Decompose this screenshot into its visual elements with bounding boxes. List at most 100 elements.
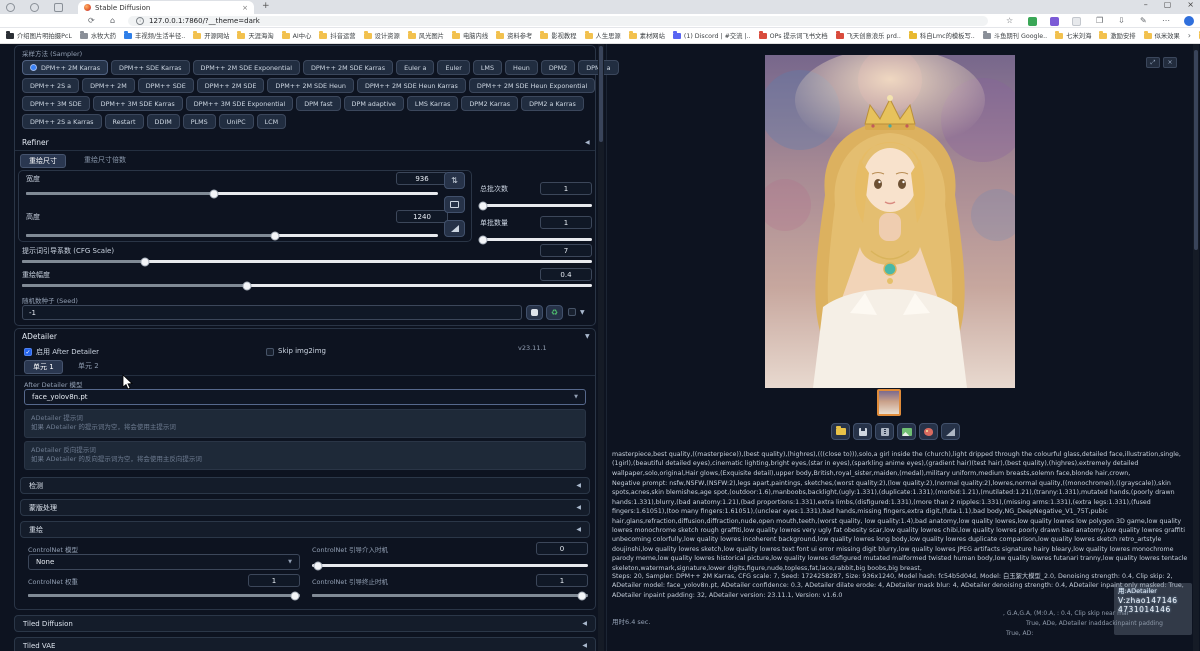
bookmark-item[interactable]: 天涯海淘: [237, 31, 273, 40]
bookmark-item[interactable]: 水牧大药: [80, 31, 116, 40]
mask-processing-accordion[interactable]: 蒙版处理◀: [20, 499, 590, 516]
sampler-option-plms[interactable]: PLMS: [183, 114, 216, 129]
reuse-seed-button[interactable]: ♻: [546, 305, 563, 320]
seed-dropdown-icon[interactable]: ▼: [580, 309, 585, 316]
extension-icon-purple[interactable]: [1050, 17, 1059, 26]
sampler-option-dpm-2m-sde[interactable]: DPM++ 2M SDE: [197, 78, 265, 93]
tiled-vae-accordion[interactable]: Tiled VAE◀: [14, 637, 596, 651]
bookmark-item[interactable]: 风光图片: [408, 31, 444, 40]
sampler-option-heun[interactable]: Heun: [505, 60, 538, 75]
refiner-collapse-icon[interactable]: ◀: [585, 139, 590, 146]
sampler-option-dpm-2m-karras[interactable]: DPM++ 2M Karras: [22, 60, 108, 75]
height-slider-knob[interactable]: [271, 231, 280, 240]
home-icon[interactable]: ⌂: [110, 16, 115, 26]
skip-img2img-checkbox[interactable]: [266, 348, 274, 356]
site-info-icon[interactable]: i: [136, 17, 144, 25]
height-input[interactable]: 1240: [396, 210, 448, 223]
sampler-option-dpm-2m-sde-heun[interactable]: DPM++ 2M SDE Heun: [267, 78, 354, 93]
adetailer-collapse-icon[interactable]: ▼: [585, 333, 590, 340]
bookmark-item[interactable]: 人生思源: [585, 31, 621, 40]
sampler-option-dpm-3m-sde-exponential[interactable]: DPM++ 3M SDE Exponential: [186, 96, 293, 111]
sampler-option-euler-a[interactable]: Euler a: [396, 60, 434, 75]
controlnet-model-dropdown[interactable]: None ▼: [28, 554, 300, 570]
gallery-close-button[interactable]: ×: [1163, 57, 1177, 68]
sampler-option-euler[interactable]: Euler: [437, 60, 469, 75]
detect-size-button[interactable]: [444, 220, 465, 237]
bookmark-item[interactable]: 设计资源: [364, 31, 400, 40]
detection-accordion[interactable]: 检测◀: [20, 477, 590, 494]
refiner-accordion[interactable]: Refiner: [22, 138, 49, 147]
tab-actions-icon[interactable]: [54, 3, 63, 12]
left-panel-scrollbar[interactable]: [598, 44, 604, 651]
save-zip-button[interactable]: [875, 423, 894, 440]
gallery-expand-button[interactable]: ⤢: [1146, 57, 1160, 68]
bookmark-item[interactable]: 影视教程: [540, 31, 576, 40]
sampler-option-lms-karras[interactable]: LMS Karras: [407, 96, 459, 111]
sampler-option-restart[interactable]: Restart: [105, 114, 144, 129]
tab-resize-by[interactable]: 重绘尺寸倍数: [76, 154, 134, 168]
controlnet-start-input[interactable]: 0: [536, 542, 588, 555]
cfg-slider-knob[interactable]: [140, 257, 149, 266]
sampler-option-dpm-3m-sde[interactable]: DPM++ 3M SDE: [22, 96, 90, 111]
collections-icon[interactable]: ⇩: [1118, 16, 1125, 26]
bookmark-item[interactable]: 激励安排: [1099, 31, 1135, 40]
more-menu-icon[interactable]: ⋯: [1162, 16, 1170, 26]
sampler-option-dpm2-karras[interactable]: DPM2 Karras: [461, 96, 518, 111]
bookmark-item[interactable]: 介绍图片明拍摄PcL: [6, 31, 72, 40]
sampler-option-dpm-2s-a-karras[interactable]: DPM++ 2S a Karras: [22, 114, 102, 129]
browser-avatar[interactable]: [1184, 16, 1194, 26]
window-close-button[interactable]: ×: [1187, 0, 1194, 9]
tiled-diffusion-accordion[interactable]: Tiled Diffusion◀: [14, 615, 596, 632]
refresh-icon[interactable]: ⟳: [88, 16, 95, 26]
denoise-slider-knob[interactable]: [243, 281, 252, 290]
sampler-option-ddim[interactable]: DDIM: [147, 114, 180, 129]
controlnet-weight-input[interactable]: 1: [248, 574, 300, 587]
sampler-option-dpm-sde[interactable]: DPM++ SDE: [138, 78, 194, 93]
gallery-thumbnail[interactable]: [877, 389, 901, 416]
controlnet-start-slider[interactable]: [312, 564, 588, 567]
sampler-option-dpm-2m-sde-heun-exponential[interactable]: DPM++ 2M SDE Heun Exponential: [469, 78, 595, 93]
cfg-slider[interactable]: [22, 260, 592, 263]
adetailer-negative-textarea[interactable]: ADetailer 反向提示词 如果 ADetailer 的反向提示词为空，将会…: [24, 441, 586, 470]
right-panel-scrollbar[interactable]: [1193, 44, 1199, 651]
adetailer-model-dropdown[interactable]: face_yolov8n.pt ▼: [24, 389, 586, 405]
sampler-option-dpm2[interactable]: DPM2: [541, 60, 575, 75]
controlnet-weight-knob[interactable]: [290, 591, 299, 600]
bookmark-item[interactable]: 科自Lmc的模板写..: [909, 31, 975, 40]
generated-image[interactable]: [765, 55, 1015, 388]
batch-size-knob[interactable]: [479, 235, 488, 244]
controlnet-start-knob[interactable]: [313, 561, 322, 570]
controlnet-end-slider[interactable]: [312, 594, 588, 597]
window-minimize-button[interactable]: –: [1144, 0, 1148, 9]
bookmark-item[interactable]: 开源网站: [193, 31, 229, 40]
sampler-option-dpm-2m-sde-exponential[interactable]: DPM++ 2M SDE Exponential: [193, 60, 300, 75]
open-folder-button[interactable]: [831, 423, 850, 440]
swap-dimensions-button[interactable]: ⇅: [444, 172, 465, 189]
scrollbar-thumb[interactable]: [599, 46, 603, 142]
width-input[interactable]: 936: [396, 172, 448, 185]
sampler-option-unipc[interactable]: UniPC: [219, 114, 254, 129]
seed-extra-checkbox[interactable]: [568, 308, 576, 316]
random-seed-button[interactable]: [526, 305, 543, 320]
batch-count-input[interactable]: 1: [540, 182, 592, 195]
batch-size-slider[interactable]: [480, 238, 592, 241]
controlnet-weight-slider[interactable]: [28, 594, 300, 597]
tab-refresh-icon[interactable]: [30, 3, 39, 12]
denoise-slider[interactable]: [22, 284, 592, 287]
batch-count-knob[interactable]: [479, 201, 488, 210]
batch-count-slider[interactable]: [480, 204, 592, 207]
split-screen-icon[interactable]: ❐: [1096, 16, 1103, 26]
profile-icon[interactable]: [6, 3, 15, 12]
sampler-option-dpm-adaptive[interactable]: DPM adaptive: [344, 96, 404, 111]
controlnet-end-knob[interactable]: [578, 591, 587, 600]
bookmark-item[interactable]: (1) Discord | #交流 |..: [673, 31, 751, 40]
bookmark-item[interactable]: 抖音运营: [319, 31, 355, 40]
send-to-img2img-button[interactable]: [897, 423, 916, 440]
bookmark-item[interactable]: AI中心: [282, 31, 312, 40]
share-icon[interactable]: ✎: [1140, 16, 1147, 26]
extension-icon-green[interactable]: [1028, 17, 1037, 26]
favorite-star-icon[interactable]: ☆: [1006, 16, 1013, 26]
address-bar[interactable]: i 127.0.0.1:7860/?__theme=dark: [128, 16, 988, 26]
sampler-option-dpm2-a-karras[interactable]: DPM2 a Karras: [521, 96, 584, 111]
adetailer-accordion[interactable]: ADetailer: [22, 332, 57, 341]
